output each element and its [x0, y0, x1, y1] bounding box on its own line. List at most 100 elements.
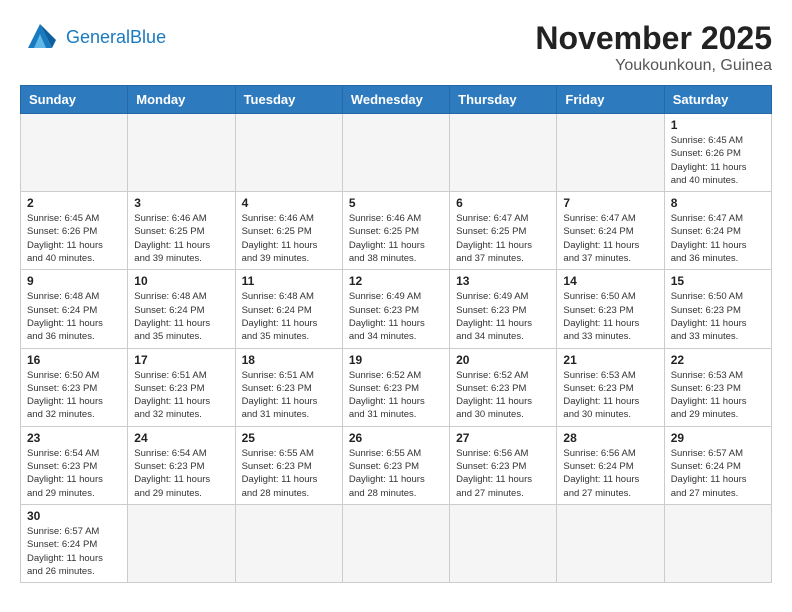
day-number: 6 [456, 196, 550, 210]
calendar-cell: 29 Sunrise: 6:57 AM Sunset: 6:24 PM Dayli… [664, 426, 771, 504]
calendar-week-4: 16Sunrise: 6:50 AM Sunset: 6:23 PM Dayli… [21, 348, 772, 426]
calendar-cell: 12Sunrise: 6:49 AM Sunset: 6:23 PM Dayli… [342, 270, 449, 348]
logo: GeneralBlue [20, 20, 166, 56]
day-number: 24 [134, 431, 228, 445]
title-block: November 2025 Youkounkoun, Guinea [535, 20, 772, 75]
calendar-cell [235, 504, 342, 582]
day-number: 12 [349, 274, 443, 288]
day-number: 5 [349, 196, 443, 210]
weekday-header-tuesday: Tuesday [235, 86, 342, 114]
calendar-cell: 6 Sunrise: 6:47 AM Sunset: 6:25 PM Daylig… [450, 192, 557, 270]
cell-content: Sunrise: 6:56 AM Sunset: 6:23 PM Dayligh… [456, 447, 550, 500]
calendar-cell: 25 Sunrise: 6:55 AM Sunset: 6:23 PM Dayli… [235, 426, 342, 504]
calendar-week-2: 2 Sunrise: 6:45 AM Sunset: 6:26 PM Daylig… [21, 192, 772, 270]
cell-content: Sunrise: 6:54 AM Sunset: 6:23 PM Dayligh… [27, 447, 121, 500]
day-number: 2 [27, 196, 121, 210]
cell-content: Sunrise: 6:47 AM Sunset: 6:24 PM Dayligh… [563, 212, 657, 265]
calendar-week-6: 30Sunrise: 6:57 AM Sunset: 6:24 PM Dayli… [21, 504, 772, 582]
calendar-cell [128, 504, 235, 582]
calendar-cell: 20 Sunrise: 6:52 AM Sunset: 6:23 PM Dayli… [450, 348, 557, 426]
cell-content: Sunrise: 6:49 AM Sunset: 6:23 PM Dayligh… [456, 290, 550, 343]
calendar-cell: 28 Sunrise: 6:56 AM Sunset: 6:24 PM Dayli… [557, 426, 664, 504]
cell-content: Sunrise: 6:53 AM Sunset: 6:23 PM Dayligh… [671, 369, 765, 422]
day-number: 20 [456, 353, 550, 367]
cell-content: Sunrise: 6:50 AM Sunset: 6:23 PM Dayligh… [27, 369, 121, 422]
calendar-cell: 26Sunrise: 6:55 AM Sunset: 6:23 PM Dayli… [342, 426, 449, 504]
weekday-header-saturday: Saturday [664, 86, 771, 114]
month-title: November 2025 [535, 20, 772, 57]
calendar-cell: 14 Sunrise: 6:50 AM Sunset: 6:23 PM Dayli… [557, 270, 664, 348]
calendar-cell: 16Sunrise: 6:50 AM Sunset: 6:23 PM Dayli… [21, 348, 128, 426]
calendar-cell: 27Sunrise: 6:56 AM Sunset: 6:23 PM Dayli… [450, 426, 557, 504]
day-number: 29 [671, 431, 765, 445]
day-number: 9 [27, 274, 121, 288]
calendar-cell: 23Sunrise: 6:54 AM Sunset: 6:23 PM Dayli… [21, 426, 128, 504]
cell-content: Sunrise: 6:46 AM Sunset: 6:25 PM Dayligh… [242, 212, 336, 265]
calendar-cell [342, 114, 449, 192]
calendar-cell [21, 114, 128, 192]
weekday-header-wednesday: Wednesday [342, 86, 449, 114]
calendar-cell: 13Sunrise: 6:49 AM Sunset: 6:23 PM Dayli… [450, 270, 557, 348]
cell-content: Sunrise: 6:51 AM Sunset: 6:23 PM Dayligh… [242, 369, 336, 422]
calendar-cell: 11Sunrise: 6:48 AM Sunset: 6:24 PM Dayli… [235, 270, 342, 348]
cell-content: Sunrise: 6:52 AM Sunset: 6:23 PM Dayligh… [456, 369, 550, 422]
cell-content: Sunrise: 6:56 AM Sunset: 6:24 PM Dayligh… [563, 447, 657, 500]
calendar-cell: 8 Sunrise: 6:47 AM Sunset: 6:24 PM Daylig… [664, 192, 771, 270]
calendar-cell: 21Sunrise: 6:53 AM Sunset: 6:23 PM Dayli… [557, 348, 664, 426]
cell-content: Sunrise: 6:47 AM Sunset: 6:25 PM Dayligh… [456, 212, 550, 265]
day-number: 4 [242, 196, 336, 210]
calendar-cell [450, 504, 557, 582]
calendar-cell [128, 114, 235, 192]
weekday-header-monday: Monday [128, 86, 235, 114]
cell-content: Sunrise: 6:50 AM Sunset: 6:23 PM Dayligh… [563, 290, 657, 343]
calendar-cell: 9 Sunrise: 6:48 AM Sunset: 6:24 PM Daylig… [21, 270, 128, 348]
calendar-cell [342, 504, 449, 582]
cell-content: Sunrise: 6:45 AM Sunset: 6:26 PM Dayligh… [27, 212, 121, 265]
calendar-cell: 30Sunrise: 6:57 AM Sunset: 6:24 PM Dayli… [21, 504, 128, 582]
calendar-cell: 10Sunrise: 6:48 AM Sunset: 6:24 PM Dayli… [128, 270, 235, 348]
logo-text: GeneralBlue [66, 28, 166, 48]
day-number: 14 [563, 274, 657, 288]
location-title: Youkounkoun, Guinea [535, 57, 772, 75]
day-number: 18 [242, 353, 336, 367]
cell-content: Sunrise: 6:52 AM Sunset: 6:23 PM Dayligh… [349, 369, 443, 422]
day-number: 3 [134, 196, 228, 210]
cell-content: Sunrise: 6:47 AM Sunset: 6:24 PM Dayligh… [671, 212, 765, 265]
calendar-cell: 4 Sunrise: 6:46 AM Sunset: 6:25 PM Daylig… [235, 192, 342, 270]
weekday-header-thursday: Thursday [450, 86, 557, 114]
calendar-table: SundayMondayTuesdayWednesdayThursdayFrid… [20, 85, 772, 583]
calendar-cell: 2 Sunrise: 6:45 AM Sunset: 6:26 PM Daylig… [21, 192, 128, 270]
cell-content: Sunrise: 6:46 AM Sunset: 6:25 PM Dayligh… [349, 212, 443, 265]
day-number: 26 [349, 431, 443, 445]
logo-icon [20, 20, 60, 56]
calendar-cell [664, 504, 771, 582]
day-number: 8 [671, 196, 765, 210]
calendar-week-3: 9 Sunrise: 6:48 AM Sunset: 6:24 PM Daylig… [21, 270, 772, 348]
calendar-cell: 3 Sunrise: 6:46 AM Sunset: 6:25 PM Daylig… [128, 192, 235, 270]
calendar-cell: 19 Sunrise: 6:52 AM Sunset: 6:23 PM Dayli… [342, 348, 449, 426]
calendar-cell: 24 Sunrise: 6:54 AM Sunset: 6:23 PM Dayli… [128, 426, 235, 504]
calendar-cell: 7 Sunrise: 6:47 AM Sunset: 6:24 PM Daylig… [557, 192, 664, 270]
weekday-header-friday: Friday [557, 86, 664, 114]
weekday-header-row: SundayMondayTuesdayWednesdayThursdayFrid… [21, 86, 772, 114]
calendar-week-5: 23Sunrise: 6:54 AM Sunset: 6:23 PM Dayli… [21, 426, 772, 504]
day-number: 25 [242, 431, 336, 445]
cell-content: Sunrise: 6:46 AM Sunset: 6:25 PM Dayligh… [134, 212, 228, 265]
cell-content: Sunrise: 6:54 AM Sunset: 6:23 PM Dayligh… [134, 447, 228, 500]
cell-content: Sunrise: 6:45 AM Sunset: 6:26 PM Dayligh… [671, 134, 765, 187]
day-number: 7 [563, 196, 657, 210]
cell-content: Sunrise: 6:48 AM Sunset: 6:24 PM Dayligh… [134, 290, 228, 343]
calendar-cell [450, 114, 557, 192]
cell-content: Sunrise: 6:51 AM Sunset: 6:23 PM Dayligh… [134, 369, 228, 422]
cell-content: Sunrise: 6:48 AM Sunset: 6:24 PM Dayligh… [27, 290, 121, 343]
logo-blue: Blue [130, 27, 166, 47]
cell-content: Sunrise: 6:48 AM Sunset: 6:24 PM Dayligh… [242, 290, 336, 343]
calendar-cell [235, 114, 342, 192]
cell-content: Sunrise: 6:57 AM Sunset: 6:24 PM Dayligh… [671, 447, 765, 500]
day-number: 28 [563, 431, 657, 445]
day-number: 19 [349, 353, 443, 367]
day-number: 17 [134, 353, 228, 367]
day-number: 30 [27, 509, 121, 523]
calendar-cell [557, 504, 664, 582]
cell-content: Sunrise: 6:55 AM Sunset: 6:23 PM Dayligh… [242, 447, 336, 500]
